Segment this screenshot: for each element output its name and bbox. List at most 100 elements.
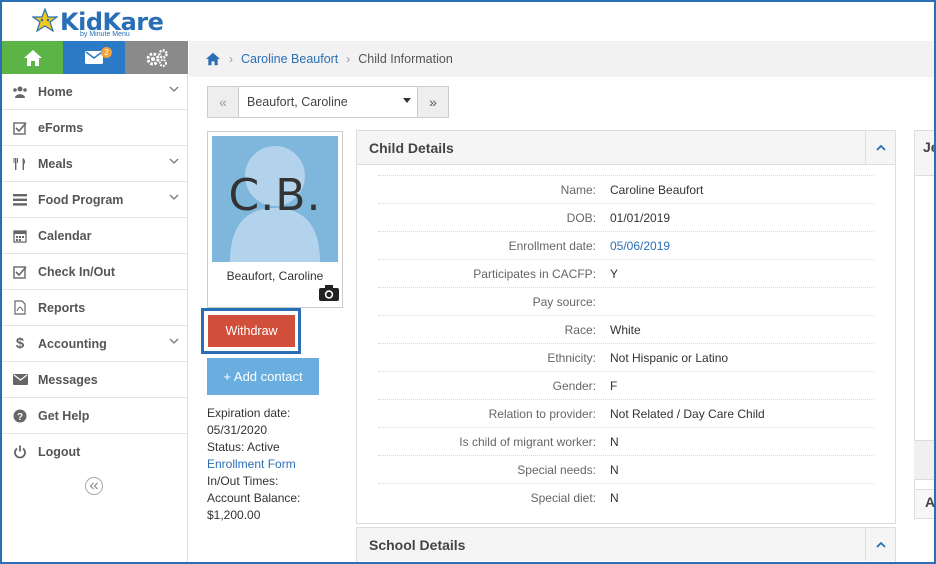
enrollment-form-link[interactable]: Enrollment Form [207,456,337,473]
breadcrumb-separator: › [346,52,351,66]
sidebar-item-logout[interactable]: Logout [2,434,187,470]
detail-value: Y [610,266,619,281]
dollar-icon: $ [15,335,25,352]
svg-text:?: ? [17,412,23,423]
star-logo-icon [32,8,58,33]
expiration-value: 05/31/2020 [207,423,268,437]
side-panel-title: Je [923,139,934,155]
sidebar-item-messages[interactable]: Messages [2,362,187,398]
previous-child-button[interactable]: « [208,87,238,117]
top-bar: KidKare by Minute Menu [2,2,934,42]
gears-icon [146,48,168,67]
breadcrumb-current: Child Information [358,52,453,66]
mail-button[interactable]: 2 [63,41,125,74]
chevron-down-icon [169,86,179,92]
detail-value: White [610,322,641,337]
double-chevron-left-icon [89,482,98,490]
chevron-down-icon [169,158,179,164]
detail-row-pay-source: Pay source: [378,287,874,315]
detail-row-gender: Gender: F [378,371,874,399]
detail-value: Not Related / Day Care Child [610,406,765,421]
sidebar-item-label: Get Help [38,408,90,423]
camera-icon[interactable] [319,285,339,304]
sidebar-item-calendar[interactable]: Calendar [2,218,187,254]
in-out-times-label: In/Out Times: [207,474,279,488]
sidebar: Home eForms Meals Food Program Calendar … [2,74,188,562]
chevron-up-icon [875,144,886,151]
side-panel-2-header: A [914,489,936,519]
detail-label: Participates in CACFP: [473,266,596,281]
collapse-panel-button[interactable] [865,528,895,561]
top-icon-bar: 2 [2,41,188,74]
home-icon[interactable] [205,52,221,66]
sidebar-item-reports[interactable]: Reports [2,290,187,326]
detail-row-dob: DOB: 01/01/2019 [378,203,874,231]
collapse-sidebar-button[interactable] [85,477,103,495]
child-name: Beaufort, Caroline [226,269,324,283]
detail-value: N [610,462,619,477]
child-select-value: Beaufort, Caroline [247,95,348,109]
detail-row-name: Name: Caroline Beaufort [378,175,874,203]
detail-row-special-needs: Special needs: N [378,455,874,483]
checkbox-icon [12,264,28,280]
detail-label: Race: [564,322,596,337]
detail-label: Is child of migrant worker: [459,434,596,449]
detail-row-relation: Relation to provider: Not Related / Day C… [378,399,874,427]
breadcrumb-link-child[interactable]: Caroline Beaufort [241,52,338,66]
chevron-down-icon [169,194,179,200]
chevron-up-icon [875,541,886,548]
side-panel-row [914,440,934,480]
child-select[interactable]: Beaufort, Caroline [238,87,418,117]
detail-label: Pay source: [532,294,596,309]
list-icon [12,192,28,208]
child-details-header: Child Details [357,131,895,165]
detail-row-enrollment-date: Enrollment date: 05/06/2019 [378,231,874,259]
detail-value: Not Hispanic or Latino [610,350,729,365]
sidebar-item-meals[interactable]: Meals [2,146,187,182]
next-child-button[interactable]: » [418,87,448,117]
collapse-panel-button[interactable] [865,131,895,164]
detail-label: Relation to provider: [488,406,596,421]
detail-label: Enrollment date: [508,238,596,253]
home-button[interactable] [2,41,63,74]
sidebar-item-check-in-out[interactable]: Check In/Out [2,254,187,290]
sidebar-item-accounting[interactable]: $ Accounting [2,326,187,362]
app-window: KidKare by Minute Menu 2 Home eForms Mea… [0,0,936,564]
sidebar-item-home[interactable]: Home [2,74,187,110]
sidebar-item-label: Home [38,84,73,99]
account-balance-label: Account Balance: [207,491,301,505]
detail-label: DOB: [566,210,596,225]
users-icon [12,84,28,100]
sidebar-item-label: Messages [38,372,98,387]
detail-row-race: Race: White [378,315,874,343]
sidebar-item-get-help[interactable]: ? Get Help [2,398,187,434]
child-navigator: « Beaufort, Caroline » [207,86,449,118]
side-panel-2-title: A [925,494,936,510]
sidebar-item-food-program[interactable]: Food Program [2,182,187,218]
side-panel-header: Je [914,130,934,176]
detail-value: 05/06/2019 [610,238,671,253]
withdraw-button[interactable]: Withdraw [208,315,295,347]
sidebar-item-label: eForms [38,120,84,135]
sidebar-item-label: Food Program [38,192,124,207]
sidebar-item-label: Reports [38,300,86,315]
chevron-down-icon [169,338,179,344]
avatar: C.B. [212,136,338,262]
details-list: Name: Caroline Beaufort DOB: 01/01/2019 En… [378,175,874,511]
breadcrumb: › Caroline Beaufort › Child Information [189,41,934,77]
panel-title: School Details [369,536,466,553]
detail-label: Gender: [552,378,596,393]
calendar-icon [12,228,28,244]
mail-badge: 2 [101,47,112,58]
detail-row-migrant-worker: Is child of migrant worker: N [378,427,874,455]
child-details-panel: Child Details Name: Caroline Beaufort DOB… [356,130,896,524]
settings-button[interactable] [125,41,188,74]
caret-down-icon [403,98,411,103]
detail-row-special-diet: Special diet: N [378,483,874,511]
add-contact-button[interactable]: + Add contact [207,358,319,395]
avatar-initials: C.B. [228,170,322,221]
detail-row-ethnicity: Ethnicity: Not Hispanic or Latino [378,343,874,371]
sidebar-item-eforms[interactable]: eForms [2,110,187,146]
detail-label: Special diet: [530,490,596,505]
status-text: Status: Active [207,440,280,454]
